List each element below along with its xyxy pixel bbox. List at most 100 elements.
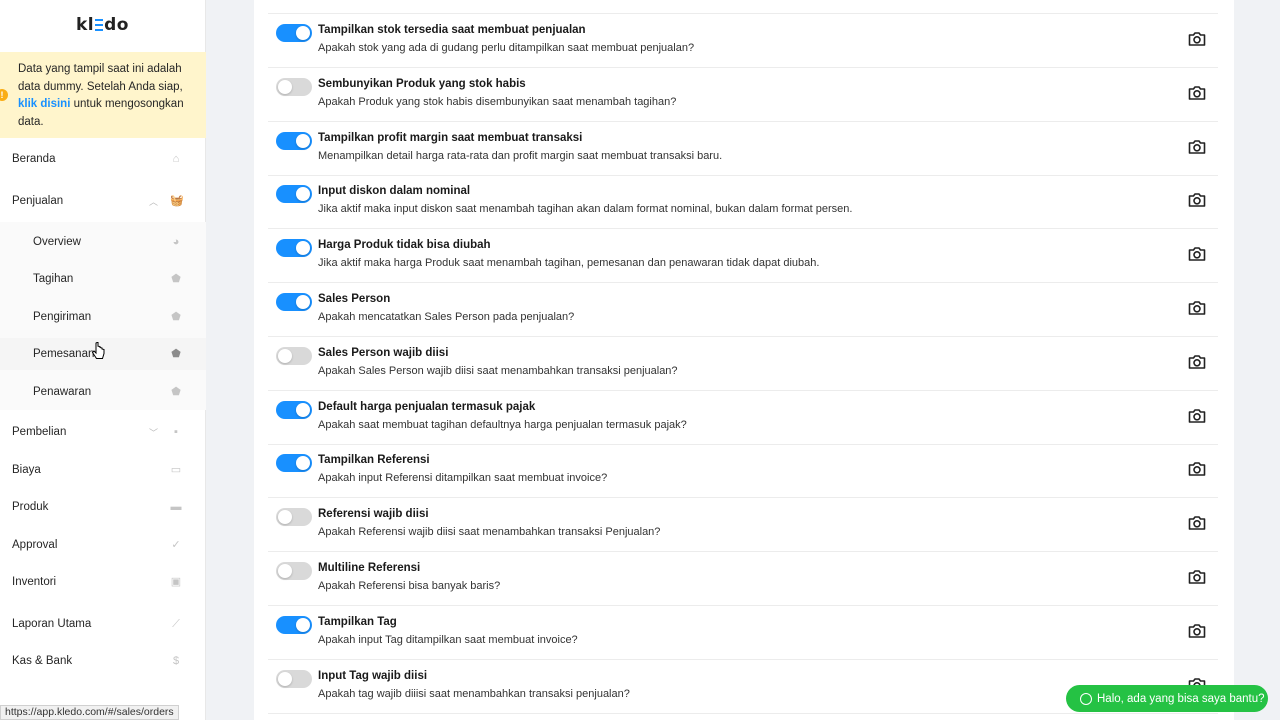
camera-icon[interactable] [1188, 461, 1206, 477]
setting-description: Apakah tag wajib diiisi saat menambahkan… [318, 687, 630, 700]
kledo-logo[interactable]: kl do [0, 0, 205, 50]
sidebar-item-beranda[interactable]: Beranda ⌂ [0, 143, 206, 175]
setting-description: Apakah stok yang ada di gudang perlu dit… [318, 42, 695, 54]
setting-toggle[interactable] [276, 508, 312, 527]
setting-toggle[interactable] [276, 131, 312, 150]
dummy-data-notice: ! Data yang tampil saat ini adalah data … [0, 52, 206, 138]
notice-text: Data yang tampil saat ini adalah data du… [18, 63, 183, 93]
sidebar-item-label: Penawaran [33, 386, 92, 398]
camera-icon[interactable] [1188, 408, 1206, 424]
camera-icon[interactable] [1188, 246, 1206, 262]
setting-toggle[interactable] [276, 400, 312, 419]
pie-icon: ◕ [172, 236, 180, 248]
previous-row-edge [268, 0, 1218, 14]
sidebar-item-approval[interactable]: Approval ✓ [0, 529, 206, 561]
setting-toggle[interactable] [276, 669, 312, 688]
camera-icon[interactable] [1188, 569, 1206, 585]
sidebar-item-produk[interactable]: Produk ▬ [0, 491, 206, 523]
setting-toggle[interactable] [276, 239, 312, 258]
sidebar-item-pembelian[interactable]: Pembelian ﹀ ▪ [0, 416, 206, 448]
sidebar-item-penjualan[interactable]: Penjualan ︿ 🧺 [0, 185, 206, 217]
camera-icon[interactable] [1188, 192, 1206, 208]
camera-icon[interactable] [1188, 515, 1206, 531]
sidebar-item-label: Laporan Utama [12, 618, 92, 630]
home-icon: ⌂ [172, 153, 180, 165]
clear-data-link[interactable]: klik disini [18, 98, 70, 110]
dollar-icon: $ [172, 655, 180, 667]
setting-toggle[interactable] [276, 185, 312, 204]
setting-toggle[interactable] [276, 77, 312, 96]
setting-toggle[interactable] [276, 346, 312, 365]
sidebar-item-label: Kas & Bank [12, 655, 73, 667]
setting-row: Tampilkan stok tersedia saat membuat pen… [268, 14, 1218, 68]
sidebar-item-inventori[interactable]: Inventori ▣ [0, 566, 206, 598]
camera-icon[interactable] [1188, 31, 1206, 47]
whatsapp-chat-button[interactable]: Halo, ada yang bisa saya bantu? [1066, 685, 1268, 712]
setting-title: Tampilkan stok tersedia saat membuat pen… [318, 24, 586, 36]
warning-icon: ! [0, 89, 8, 101]
setting-description: Jika aktif maka harga Produk saat menamb… [318, 257, 820, 270]
setting-description: Jika aktif maka input diskon saat menamb… [318, 203, 853, 216]
sidebar-item-label: Pembelian [12, 426, 67, 438]
setting-row: Sales Person wajib diisi Apakah Sales Per… [268, 337, 1218, 391]
tags-icon: ⬟ [171, 348, 181, 360]
toggle-knob [296, 617, 310, 632]
toggle-knob [278, 79, 292, 94]
setting-row: Tampilkan Referensi Apakah input Referens… [268, 444, 1218, 499]
toggle-knob [278, 348, 292, 363]
whatsapp-icon [1080, 692, 1092, 705]
sidebar-item-kas-bank[interactable]: Kas & Bank $ [0, 645, 206, 677]
toggle-knob [296, 133, 310, 148]
toggle-knob [296, 241, 310, 256]
box-icon: ▬ [170, 501, 182, 513]
setting-row: Sales Person Apakah mencatatkan Sales Per… [268, 283, 1218, 337]
setting-toggle[interactable] [276, 293, 312, 311]
sidebar-item-laporan-utama[interactable]: Laporan Utama ⟋ [0, 608, 206, 640]
setting-title: Default harga penjualan termasuk pajak [318, 400, 536, 413]
camera-icon[interactable] [1188, 139, 1206, 155]
camera-icon[interactable] [1188, 300, 1206, 316]
sidebar-item-label: Beranda [12, 153, 56, 165]
sidebar-item-penawaran[interactable]: Penawaran ⬟ [0, 376, 206, 408]
camera-icon[interactable] [1188, 354, 1206, 370]
setting-toggle[interactable] [276, 562, 312, 580]
sidebar-item-biaya[interactable]: Biaya ▭ [0, 454, 206, 486]
chevron-down-icon: ﹀ [149, 427, 159, 438]
sidebar-item-label: Inventori [12, 576, 57, 588]
whatsapp-label: Halo, ada yang bisa saya bantu? [1097, 692, 1265, 705]
setting-toggle[interactable] [276, 24, 312, 42]
sidebar-item-label: Penjualan [12, 195, 64, 207]
sidebar-item-label: Produk [12, 501, 49, 513]
sidebar: kl do ! Data yang tampil saat ini adalah … [0, 0, 206, 720]
setting-title: Tampilkan profit margin saat membuat tra… [318, 131, 583, 144]
camera-icon[interactable] [1188, 623, 1206, 639]
toggle-knob [296, 295, 310, 309]
toggle-knob [278, 564, 292, 578]
setting-description: Apakah Sales Person wajib diisi saat men… [318, 364, 678, 377]
setting-description: Apakah saat membuat tagihan defaultnya h… [318, 418, 687, 431]
logo-mark [95, 19, 104, 31]
setting-description: Apakah Produk yang stok habis disembunyi… [318, 95, 677, 108]
setting-title: Tampilkan Referensi [318, 454, 430, 467]
sidebar-item-overview[interactable]: Overview ◕ [0, 226, 206, 258]
sidebar-item-tagihan[interactable]: Tagihan ⬟ [0, 263, 206, 295]
setting-title: Sales Person wajib diisi [318, 346, 449, 359]
setting-title: Input diskon dalam nominal [318, 185, 471, 198]
toggle-knob [296, 456, 310, 471]
bag-icon: ▪ [174, 426, 178, 438]
setting-title: Referensi wajib diisi [318, 508, 429, 521]
tag-icon: ⬟ [171, 273, 181, 285]
setting-toggle[interactable] [276, 615, 312, 634]
setting-toggle[interactable] [276, 454, 312, 473]
logo-text-left: kl [76, 15, 95, 35]
setting-row: Input diskon dalam nominal Jika aktif mak… [268, 175, 1218, 230]
setting-title: Input Tag wajib diisi [318, 669, 428, 682]
setting-row: Sembunyikan Produk yang stok habis Apakah… [268, 68, 1218, 122]
mouse-cursor-icon [92, 342, 105, 359]
camera-icon[interactable] [1188, 85, 1206, 101]
sidebar-item-pengiriman[interactable]: Pengiriman ⬟ [0, 301, 206, 333]
toggle-knob [296, 187, 310, 202]
setting-title: Sales Person [318, 293, 391, 305]
sidebar-item-label: Tagihan [33, 273, 74, 285]
setting-title: Tampilkan Tag [318, 615, 397, 628]
